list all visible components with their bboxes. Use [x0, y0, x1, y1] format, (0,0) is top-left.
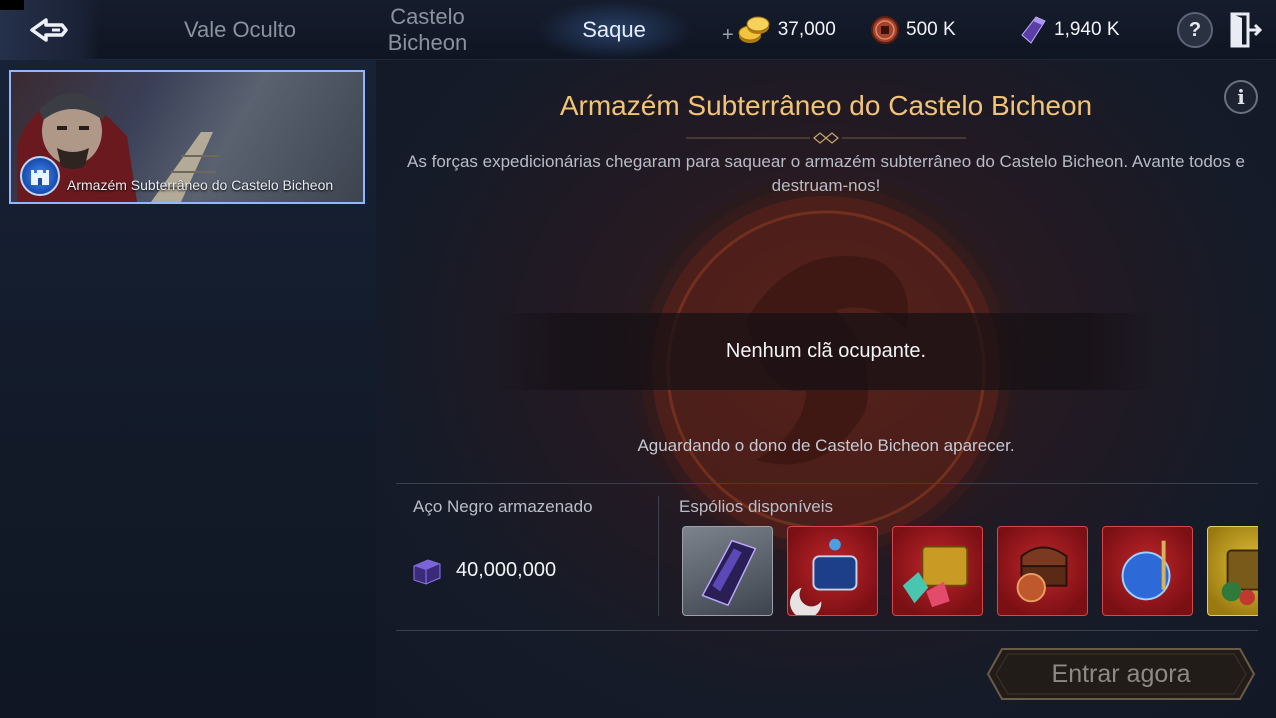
castle-badge-icon	[20, 156, 60, 196]
currency-gold-value: 37,000	[777, 19, 836, 40]
black-steel-ingot-icon	[701, 539, 757, 607]
spoils-label: Espólios disponíveis	[679, 497, 834, 516]
gold-coins-icon	[738, 16, 770, 43]
waiting-text: Aguardando o dono de Castelo Bicheon apa…	[637, 436, 1015, 455]
title-divider-ornament	[686, 132, 966, 144]
tab-label: Saque	[582, 17, 646, 42]
currency-copper-value: 500 K	[906, 19, 956, 40]
stored-steel-label: Aço Negro armazenado	[413, 497, 593, 516]
moon-pouch-icon	[1121, 540, 1171, 601]
sidebar: Armazém Subterrâneo do Castelo Bicheon	[0, 60, 376, 718]
tab-vale-oculto[interactable]: Vale Oculto	[150, 0, 330, 60]
tab-label: Vale Oculto	[183, 17, 297, 42]
enter-now-label: Entrar agora	[1051, 659, 1191, 688]
plus-icon: +	[722, 23, 734, 46]
tab-label: Castelo Bicheon	[387, 4, 468, 55]
spoil-item[interactable]	[997, 526, 1088, 616]
spoil-item[interactable]	[892, 526, 983, 616]
currency-black-steel-value: 1,940 K	[1054, 19, 1120, 40]
wooden-chest-icon	[1016, 546, 1068, 603]
back-arrow-icon	[30, 18, 68, 42]
help-icon: ?	[1188, 18, 1202, 41]
enter-now-button[interactable]: Entrar agora	[986, 646, 1256, 702]
currency-gold[interactable]: + 37,000	[722, 12, 836, 48]
copper-coin-icon	[871, 16, 899, 44]
spoil-item[interactable]	[1207, 526, 1258, 616]
main-panel: i Armazém Subterrâneo do Castelo Bicheon…	[376, 60, 1276, 718]
page-title: Armazém Subterrâneo do Castelo Bicheon	[559, 90, 1093, 121]
top-bar: Vale Oculto Castelo Bicheon Saque + 37,0…	[0, 0, 1276, 60]
spoil-item[interactable]	[787, 526, 878, 616]
treasure-chest-gems-icon	[902, 545, 969, 608]
spoil-item[interactable]	[1102, 526, 1193, 616]
divider	[396, 630, 1258, 631]
tab-castelo-bicheon[interactable]: Castelo Bicheon	[360, 0, 495, 60]
black-steel-cube-icon	[413, 559, 441, 585]
currency-copper[interactable]: 500 K	[870, 12, 956, 48]
stored-steel-row: 40,000,000	[410, 554, 556, 586]
corner-mark	[0, 0, 24, 10]
help-button[interactable]: ?	[1177, 12, 1213, 48]
black-steel-icon	[1021, 16, 1046, 44]
sidebar-item-armazem[interactable]: Armazém Subterrâneo do Castelo Bicheon	[9, 70, 365, 204]
exit-icon[interactable]	[1228, 10, 1264, 50]
sidebar-item-label: Armazém Subterrâneo do Castelo Bicheon	[67, 177, 334, 193]
occupant-status-text: Nenhum clã ocupante.	[725, 340, 927, 362]
stored-steel-value: 40,000,000	[456, 558, 557, 581]
golden-chest-icon	[1221, 549, 1258, 606]
occupant-status-banner: Nenhum clã ocupante.	[486, 313, 1166, 390]
spoil-item[interactable]	[682, 526, 773, 616]
divider	[658, 496, 659, 616]
tab-saque[interactable]: Saque	[535, 0, 693, 60]
spoils-list	[682, 526, 1258, 616]
description-text: As forças expedicionárias chegaram para …	[407, 152, 1245, 195]
currency-black-steel[interactable]: 1,940 K	[1018, 12, 1120, 48]
ornate-chest-icon	[790, 538, 858, 615]
divider	[396, 483, 1258, 484]
